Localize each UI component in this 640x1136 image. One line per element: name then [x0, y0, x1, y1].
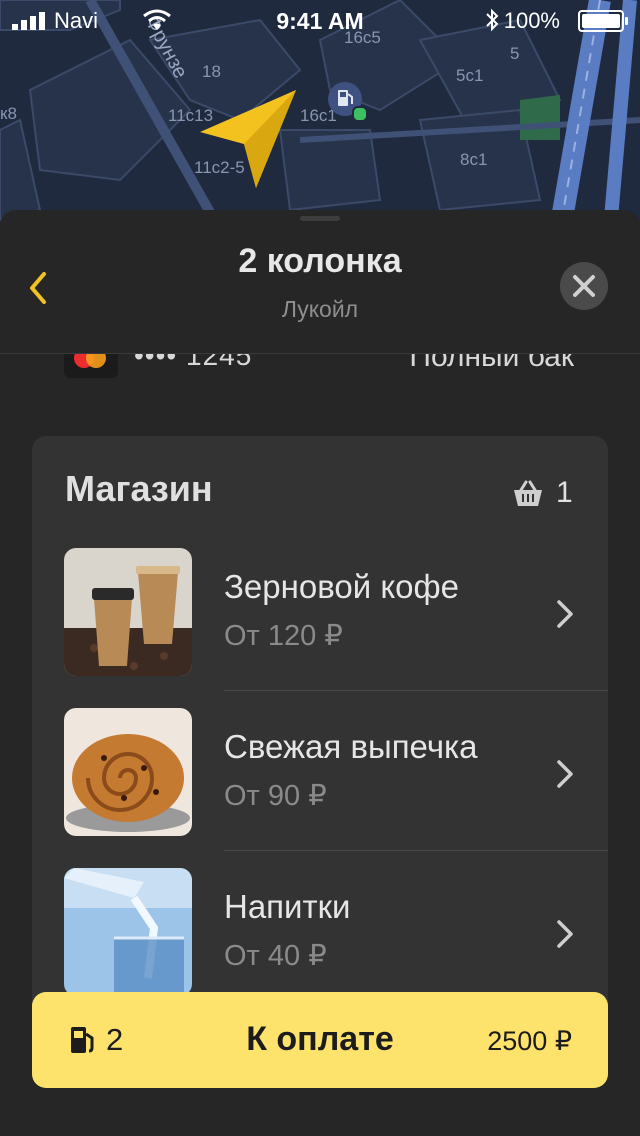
map-label: 5с1 — [456, 66, 484, 85]
item-name: Напитки — [224, 888, 351, 925]
sheet-header: 2 колонка Лукойл — [0, 210, 640, 354]
shop-item-coffee[interactable]: Зерновой кофе От 120 ₽ — [32, 548, 608, 708]
item-name: Свежая выпечка — [224, 728, 478, 765]
map-label: 18 — [202, 62, 221, 81]
shop-item-pastry[interactable]: Свежая выпечка От 90 ₽ — [32, 708, 608, 868]
coffee-thumbnail — [64, 548, 192, 676]
chevron-right-icon — [557, 920, 573, 948]
map-label: 8с1 — [460, 150, 488, 169]
pastry-thumbnail — [64, 708, 192, 836]
page-title: 2 колонка — [238, 242, 402, 280]
divider — [224, 690, 608, 691]
navigation-arrow-icon — [196, 86, 300, 190]
close-button[interactable] — [560, 262, 608, 310]
water-thumbnail — [64, 868, 192, 996]
page-subtitle: Лукойл — [281, 296, 359, 322]
map-label: к8 — [0, 104, 17, 123]
basket-icon[interactable] — [512, 480, 544, 508]
chevron-right-icon — [557, 760, 573, 788]
pay-sum: 2500 ₽ — [487, 1026, 572, 1056]
battery-percent: 100% — [503, 8, 560, 33]
item-name: Зерновой кофе — [224, 568, 459, 605]
chevron-right-icon — [557, 600, 573, 628]
gas-station-icon[interactable] — [328, 82, 368, 122]
shop-title: Магазин — [65, 468, 213, 509]
map-label: 5 — [510, 44, 520, 63]
item-price: От 90 ₽ — [224, 780, 327, 812]
close-icon — [573, 275, 595, 297]
divider — [224, 850, 608, 851]
shop-card: Магазин 1 Зерновой кофе От 120 ₽ Свежая … — [32, 436, 608, 1036]
bluetooth-icon — [486, 8, 499, 32]
battery-icon — [578, 10, 628, 32]
item-price: От 120 ₽ — [224, 620, 343, 652]
basket-count: 1 — [556, 476, 573, 509]
status-bar: Navi 9:41 AM 100% — [0, 0, 640, 40]
sheet-grabber[interactable] — [300, 216, 340, 221]
pay-button[interactable]: 2 К оплате 2500 ₽ — [32, 992, 608, 1088]
item-price: От 40 ₽ — [224, 940, 327, 972]
